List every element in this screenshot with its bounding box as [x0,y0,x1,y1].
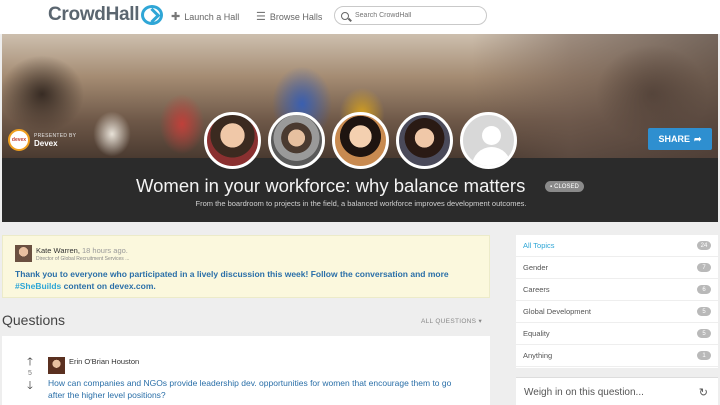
share-arrow-icon: ➦ [693,133,702,144]
list-icon: ☰ [256,11,266,23]
refresh-icon[interactable]: ↻ [699,386,708,399]
weigh-in-prompt: Weigh in on this question... [524,387,644,398]
hall-subtitle: From the boardroom to projects in the fi… [195,199,527,208]
question-text[interactable]: How can companies and NGOs provide leade… [48,377,468,401]
topic-count: 7 [697,263,711,272]
presented-by-label: PRESENTED BY [34,132,77,139]
topic-count: 1 [697,351,711,360]
topic-label: Gender [523,263,549,272]
devex-logo: devex [8,129,30,151]
hall-hero-banner: devex PRESENTED BY Devex SHARE ➦ Women i… [2,34,718,222]
person-placeholder-body-icon [472,147,511,166]
presenter-name: Devex [34,138,58,148]
topic-label: Anything [523,351,553,360]
post-body-main: Thank you to everyone who participated i… [15,269,449,279]
presented-by[interactable]: devex PRESENTED BY Devex [8,129,76,151]
topic-count: 5 [697,329,711,338]
downvote-arrow-icon[interactable]: 🡓 [22,380,38,392]
topic-anything[interactable]: Anything 1 [516,345,718,367]
launch-hall-label: Launch a Hall [184,11,240,22]
author-avatar[interactable] [15,245,32,262]
host-announcement: Kate Warren, 18 hours ago. Director of G… [2,235,490,298]
share-button[interactable]: SHARE ➦ [648,128,712,150]
logo-bubble-icon [141,5,164,25]
panelist-avatar-4[interactable] [396,112,453,169]
weigh-in-box[interactable]: Weigh in on this question... ↻ [516,377,718,405]
status-label: CLOSED [554,183,579,190]
search-box[interactable] [334,6,487,25]
launch-hall-link[interactable]: ✚ Launch a Hall [171,10,239,23]
search-input[interactable] [355,12,475,19]
top-navigation-bar: CrowdHall ✚ Launch a Hall ☰ Browse Halls [0,0,720,34]
post-body: Thank you to everyone who participated i… [15,268,485,292]
logo-text: CrowdHall [48,4,140,25]
lock-icon: ▪ [550,183,553,190]
topic-equality[interactable]: Equality 5 [516,323,718,345]
topic-label: Equality [523,329,550,338]
topic-careers[interactable]: Careers 6 [516,279,718,301]
person-placeholder-head-icon [482,126,501,145]
closed-status-badge: ▪ CLOSED [545,181,584,192]
questions-filter-dropdown[interactable]: ALL QUESTIONS ▾ [421,317,482,325]
post-body-end: content on devex.com. [61,281,156,291]
post-author-role: Director of Global Recruitment Services … [36,256,130,262]
question-card[interactable]: 🡑 5 🡓 Erin O'Brian Houston How can compa… [2,336,490,405]
panelist-avatar-2[interactable] [268,112,325,169]
topic-count: 24 [697,241,711,250]
topic-gender[interactable]: Gender 7 [516,257,718,279]
panelist-avatar-placeholder[interactable] [460,112,517,169]
question-author-avatar[interactable] [48,357,65,374]
hashtag-link[interactable]: #SheBuilds [15,281,61,291]
upvote-arrow-icon[interactable]: 🡑 [22,356,38,368]
plus-icon: ✚ [171,11,181,23]
topic-count: 5 [697,307,711,316]
hall-title: Women in your workforce: why balance mat… [136,175,526,196]
question-author-name[interactable]: Erin O'Brian Houston [69,357,139,366]
share-label: SHARE [658,134,690,144]
vote-control: 🡑 5 🡓 [22,356,38,392]
topic-count: 6 [697,285,711,294]
vote-count: 5 [28,370,32,377]
browse-halls-link[interactable]: ☰ Browse Halls [256,10,322,23]
browse-halls-label: Browse Halls [269,11,323,22]
crowdhall-logo[interactable]: CrowdHall [48,4,164,26]
topic-label: Careers [523,285,550,294]
search-icon [341,11,349,20]
topics-sidebar: All Topics 24 Gender 7 Careers 6 Global … [516,235,718,368]
post-author-name[interactable]: Kate Warren, [36,246,80,255]
panelist-avatar-1[interactable] [204,112,261,169]
topic-all-topics[interactable]: All Topics 24 [516,235,718,257]
panelist-avatar-3[interactable] [332,112,389,169]
post-author-line: Kate Warren, 18 hours ago. [36,246,128,255]
filter-label: ALL QUESTIONS [421,318,477,325]
post-time: 18 hours ago. [82,246,128,255]
topic-global-development[interactable]: Global Development 5 [516,301,718,323]
caret-down-icon: ▾ [478,318,483,325]
questions-heading: Questions [2,312,66,328]
topic-label: All Topics [523,241,555,250]
topic-label: Global Development [523,307,591,316]
